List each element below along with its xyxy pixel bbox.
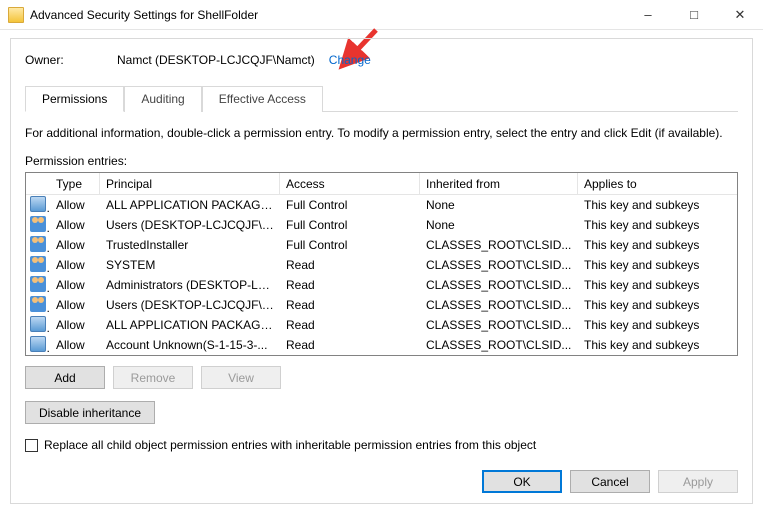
tab-effective-access[interactable]: Effective Access [202, 86, 323, 112]
cell-inherited: CLASSES_ROOT\CLSID... [420, 298, 578, 312]
cell-applies: This key and subkeys [578, 298, 737, 312]
minimize-button[interactable]: – [625, 0, 671, 29]
principal-icon [30, 296, 46, 312]
cell-applies: This key and subkeys [578, 238, 737, 252]
disable-inheritance-button[interactable]: Disable inheritance [25, 401, 155, 424]
cancel-button[interactable]: Cancel [570, 470, 650, 493]
permission-table: Type Principal Access Inherited from App… [25, 172, 738, 356]
table-row[interactable]: AllowAccount Unknown(S-1-15-3-...ReadCLA… [26, 335, 737, 355]
principal-icon [30, 276, 46, 292]
column-inherited[interactable]: Inherited from [420, 173, 578, 194]
column-applies[interactable]: Applies to [578, 173, 737, 194]
owner-value: Namct (DESKTOP-LCJCQJF\Namct) [117, 53, 315, 67]
cell-inherited: None [420, 218, 578, 232]
cell-type: Allow [50, 278, 100, 292]
view-button: View [201, 366, 281, 389]
owner-label: Owner: [25, 53, 117, 67]
cell-applies: This key and subkeys [578, 198, 737, 212]
column-type[interactable]: Type [50, 173, 100, 194]
change-owner-link[interactable]: Change [329, 53, 371, 67]
cell-applies: This key and subkeys [578, 318, 737, 332]
cell-inherited: None [420, 198, 578, 212]
column-icon[interactable] [26, 173, 50, 194]
close-button[interactable]: ✕ [717, 0, 763, 29]
dialog-buttons: OK Cancel Apply [482, 470, 738, 493]
cell-type: Allow [50, 338, 100, 352]
column-access[interactable]: Access [280, 173, 420, 194]
window-controls: – □ ✕ [625, 0, 763, 29]
column-principal[interactable]: Principal [100, 173, 280, 194]
cell-access: Read [280, 318, 420, 332]
cell-type: Allow [50, 238, 100, 252]
table-row[interactable]: AllowTrustedInstallerFull ControlCLASSES… [26, 235, 737, 255]
principal-icon [30, 216, 46, 232]
cell-inherited: CLASSES_ROOT\CLSID... [420, 318, 578, 332]
table-row[interactable]: AllowUsers (DESKTOP-LCJCQJF\Use...ReadCL… [26, 295, 737, 315]
principal-icon [30, 316, 46, 332]
principal-icon [30, 336, 46, 352]
principal-icon [30, 256, 46, 272]
cell-principal: Users (DESKTOP-LCJCQJF\Use... [100, 298, 280, 312]
cell-principal: Users (DESKTOP-LCJCQJF\Use... [100, 218, 280, 232]
remove-button: Remove [113, 366, 193, 389]
cell-applies: This key and subkeys [578, 278, 737, 292]
table-row[interactable]: AllowALL APPLICATION PACKAGESReadCLASSES… [26, 315, 737, 335]
cell-inherited: CLASSES_ROOT\CLSID... [420, 278, 578, 292]
tab-permissions[interactable]: Permissions [25, 86, 124, 112]
content-pane: Owner: Namct (DESKTOP-LCJCQJF\Namct) Cha… [10, 38, 753, 504]
cell-access: Full Control [280, 238, 420, 252]
owner-row: Owner: Namct (DESKTOP-LCJCQJF\Namct) Cha… [25, 53, 738, 67]
cell-inherited: CLASSES_ROOT\CLSID... [420, 258, 578, 272]
titlebar: Advanced Security Settings for ShellFold… [0, 0, 763, 30]
cell-access: Read [280, 298, 420, 312]
cell-type: Allow [50, 258, 100, 272]
cell-type: Allow [50, 298, 100, 312]
replace-children-checkbox[interactable] [25, 439, 38, 452]
replace-children-row[interactable]: Replace all child object permission entr… [25, 438, 738, 452]
cell-principal: SYSTEM [100, 258, 280, 272]
cell-applies: This key and subkeys [578, 338, 737, 352]
table-row[interactable]: AllowUsers (DESKTOP-LCJCQJF\Use...Full C… [26, 215, 737, 235]
table-body: AllowALL APPLICATION PACKAGESFull Contro… [26, 195, 737, 355]
cell-access: Full Control [280, 218, 420, 232]
maximize-button[interactable]: □ [671, 0, 717, 29]
folder-icon [8, 7, 24, 23]
cell-access: Read [280, 258, 420, 272]
principal-icon [30, 196, 46, 212]
tab-bar: Permissions Auditing Effective Access [25, 85, 738, 112]
cell-principal: ALL APPLICATION PACKAGES [100, 318, 280, 332]
cell-principal: Administrators (DESKTOP-LCJ... [100, 278, 280, 292]
cell-applies: This key and subkeys [578, 218, 737, 232]
window-title: Advanced Security Settings for ShellFold… [30, 8, 258, 22]
cell-applies: This key and subkeys [578, 258, 737, 272]
ok-button[interactable]: OK [482, 470, 562, 493]
cell-type: Allow [50, 198, 100, 212]
add-button[interactable]: Add [25, 366, 105, 389]
table-row[interactable]: AllowSYSTEMReadCLASSES_ROOT\CLSID...This… [26, 255, 737, 275]
cell-inherited: CLASSES_ROOT\CLSID... [420, 238, 578, 252]
principal-icon [30, 236, 46, 252]
cell-type: Allow [50, 318, 100, 332]
cell-principal: TrustedInstaller [100, 238, 280, 252]
cell-principal: Account Unknown(S-1-15-3-... [100, 338, 280, 352]
cell-access: Read [280, 338, 420, 352]
tab-auditing[interactable]: Auditing [124, 86, 201, 112]
permission-entries-label: Permission entries: [25, 154, 738, 168]
table-header: Type Principal Access Inherited from App… [26, 173, 737, 195]
cell-principal: ALL APPLICATION PACKAGES [100, 198, 280, 212]
info-text: For additional information, double-click… [25, 126, 738, 140]
apply-button: Apply [658, 470, 738, 493]
cell-access: Full Control [280, 198, 420, 212]
cell-inherited: CLASSES_ROOT\CLSID... [420, 338, 578, 352]
replace-children-label: Replace all child object permission entr… [44, 438, 536, 452]
table-row[interactable]: AllowALL APPLICATION PACKAGESFull Contro… [26, 195, 737, 215]
cell-access: Read [280, 278, 420, 292]
table-row[interactable]: AllowAdministrators (DESKTOP-LCJ...ReadC… [26, 275, 737, 295]
cell-type: Allow [50, 218, 100, 232]
